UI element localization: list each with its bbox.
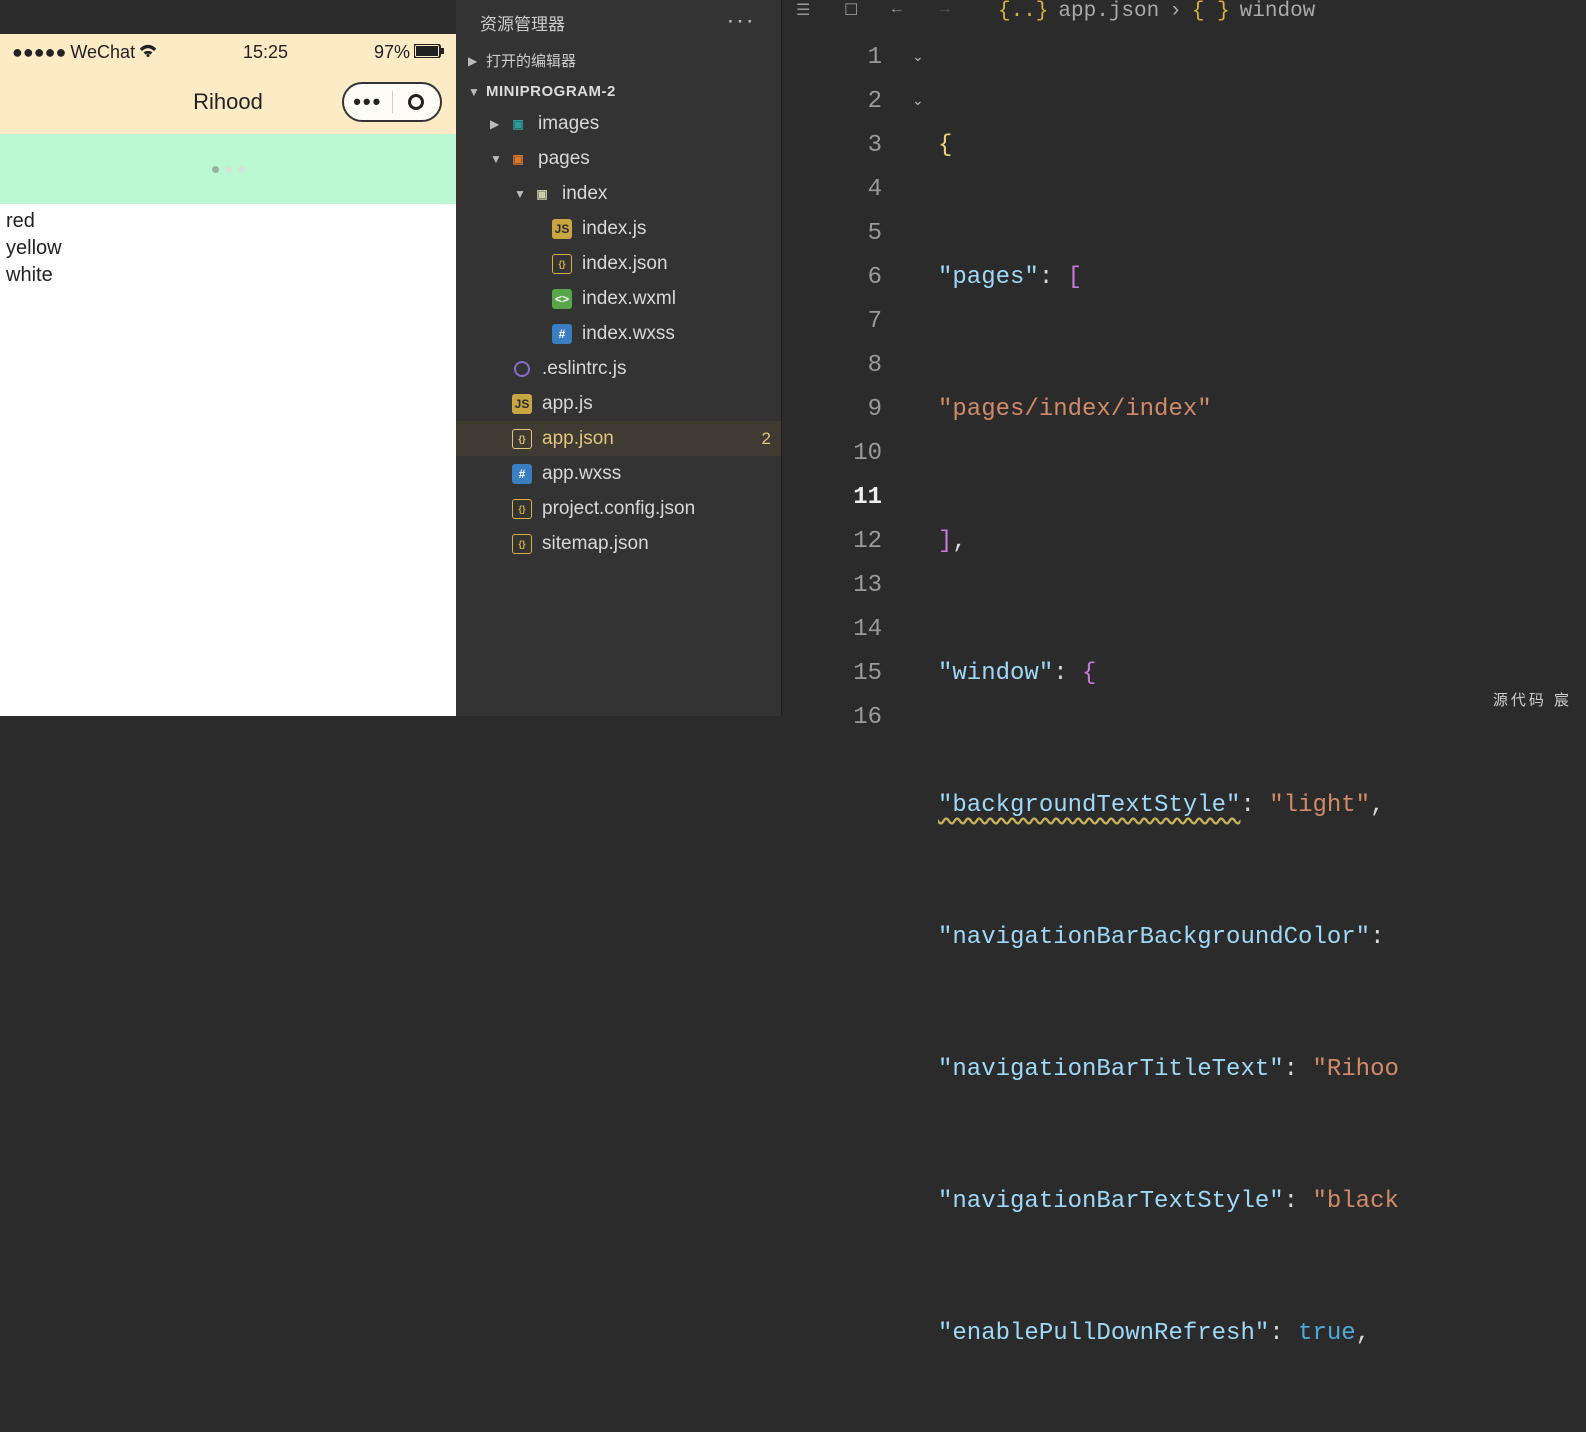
forward-arrow-icon[interactable]: → bbox=[940, 0, 962, 22]
tree-file-sitemap[interactable]: {} sitemap.json bbox=[456, 526, 781, 561]
content-line: red bbox=[6, 208, 450, 235]
chevron-right-icon: ▶ bbox=[490, 117, 508, 131]
project-name: MINIPROGRAM-2 bbox=[486, 83, 616, 100]
sim-nav-title: Rihood bbox=[193, 89, 263, 115]
tree-label: app.wxss bbox=[542, 463, 621, 485]
eslint-file-icon bbox=[512, 359, 532, 379]
tree-folder-index[interactable]: ▼ ▣ index bbox=[456, 176, 781, 211]
tree-file-index-json[interactable]: {} index.json bbox=[456, 246, 781, 281]
js-file-icon: JS bbox=[512, 394, 532, 414]
explorer-title: 资源管理器 bbox=[480, 10, 565, 35]
project-root-section[interactable]: ▼ MINIPROGRAM-2 bbox=[456, 77, 781, 106]
code-area[interactable]: { "pages": [ "pages/index/index" ], "win… bbox=[938, 18, 1586, 1432]
tree-file-index-js[interactable]: JS index.js bbox=[456, 211, 781, 246]
open-editors-label: 打开的编辑器 bbox=[486, 50, 576, 71]
content-line: white bbox=[6, 262, 450, 289]
tree-label: app.json bbox=[542, 428, 614, 450]
tree-label: project.config.json bbox=[542, 498, 695, 520]
tree-label: images bbox=[538, 113, 599, 135]
tree-label: index bbox=[562, 183, 607, 205]
wxml-file-icon: <> bbox=[552, 289, 572, 309]
carrier-label: WeChat bbox=[70, 42, 135, 63]
tree-folder-images[interactable]: ▶ ▣ images bbox=[456, 106, 781, 141]
tree-label: index.wxml bbox=[582, 288, 676, 310]
tree-label: index.js bbox=[582, 218, 646, 240]
pull-refresh-area bbox=[0, 134, 456, 204]
js-file-icon: JS bbox=[552, 219, 572, 239]
explorer-header: 资源管理器 ··· bbox=[456, 0, 781, 44]
explorer-more-icon[interactable]: ··· bbox=[728, 12, 757, 32]
tree-label: app.js bbox=[542, 393, 593, 415]
folder-icon: ▣ bbox=[532, 184, 552, 204]
wxss-file-icon: # bbox=[552, 324, 572, 344]
chevron-down-icon: ▼ bbox=[468, 85, 486, 99]
open-editors-section[interactable]: ▶ 打开的编辑器 bbox=[456, 44, 781, 77]
fold-gutter[interactable]: ⌄⌄ bbox=[912, 18, 938, 1432]
battery-icon bbox=[414, 42, 444, 63]
chevron-down-icon: ▼ bbox=[490, 152, 508, 166]
folder-icon: ▣ bbox=[508, 149, 528, 169]
capsule-button[interactable]: ••• bbox=[342, 82, 442, 122]
tree-file-project-config[interactable]: {} project.config.json bbox=[456, 491, 781, 526]
signal-dots-icon: ●●●●● bbox=[12, 42, 66, 63]
watermark-text: 源代码 宸 bbox=[1493, 689, 1572, 710]
sim-status-bar: ●●●●● WeChat 15:25 97% bbox=[0, 34, 456, 70]
wxss-file-icon: # bbox=[512, 464, 532, 484]
tree-file-index-wxml[interactable]: <> index.wxml bbox=[456, 281, 781, 316]
chevron-down-icon: ▼ bbox=[514, 187, 532, 201]
tree-file-app-json[interactable]: {} app.json 2 bbox=[456, 421, 781, 456]
capsule-close-icon[interactable] bbox=[393, 94, 441, 110]
line-number-gutter: 123 456 789 101112 131415 16 bbox=[782, 18, 912, 1432]
wifi-icon bbox=[139, 42, 157, 63]
sim-page-content: red yellow white bbox=[0, 204, 456, 293]
file-tree: ▶ ▣ images ▼ ▣ pages ▼ ▣ index JS index.… bbox=[456, 106, 781, 567]
tree-folder-pages[interactable]: ▼ ▣ pages bbox=[456, 141, 781, 176]
tree-label: index.wxss bbox=[582, 323, 675, 345]
json-file-icon: {} bbox=[512, 499, 532, 519]
tree-label: pages bbox=[538, 148, 590, 170]
simulator-preview: ●●●●● WeChat 15:25 97% Rihood ••• red ye… bbox=[0, 34, 456, 716]
battery-percent: 97% bbox=[374, 42, 410, 63]
sim-nav-bar: Rihood ••• bbox=[0, 70, 456, 134]
tree-label: index.json bbox=[582, 253, 668, 275]
folder-icon: ▣ bbox=[508, 114, 528, 134]
tree-label: sitemap.json bbox=[542, 533, 649, 555]
editor-toolbar: ☰ ☐ ← → {..} app.json › { } window bbox=[782, 0, 1586, 18]
tree-file-app-js[interactable]: JS app.js bbox=[456, 386, 781, 421]
status-time: 15:25 bbox=[157, 42, 374, 63]
code-editor[interactable]: ☰ ☐ ← → {..} app.json › { } window 123 4… bbox=[782, 0, 1586, 716]
capsule-more-icon[interactable]: ••• bbox=[344, 89, 392, 115]
problems-badge: 2 bbox=[762, 429, 771, 449]
json-file-icon: {} bbox=[512, 534, 532, 554]
tree-file-app-wxss[interactable]: # app.wxss bbox=[456, 456, 781, 491]
json-file-icon: {} bbox=[512, 429, 532, 449]
tree-file-index-wxss[interactable]: # index.wxss bbox=[456, 316, 781, 351]
explorer-panel: 资源管理器 ··· ▶ 打开的编辑器 ▼ MINIPROGRAM-2 ▶ ▣ i… bbox=[456, 0, 782, 716]
tree-label: .eslintrc.js bbox=[542, 358, 626, 380]
chevron-right-icon: ▶ bbox=[468, 54, 486, 68]
json-file-icon: {} bbox=[552, 254, 572, 274]
tree-file-eslintrc[interactable]: .eslintrc.js bbox=[456, 351, 781, 386]
content-line: yellow bbox=[6, 235, 450, 262]
